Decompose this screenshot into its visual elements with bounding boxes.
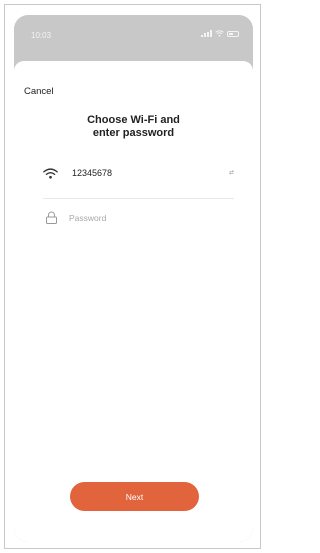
password-input[interactable] — [69, 211, 219, 225]
battery-icon — [227, 30, 239, 37]
switch-network-icon[interactable]: ⇄ — [229, 169, 234, 176]
cellular-signal-icon — [201, 30, 212, 37]
title-line-2: enter password — [92, 127, 175, 139]
status-bar: 10:03 — [14, 15, 253, 45]
password-row — [43, 211, 234, 227]
cancel-button[interactable]: Cancel — [24, 86, 54, 97]
divider — [43, 198, 234, 199]
page-title: Choose Wi-Fi and enter password — [14, 114, 253, 140]
phone-screen: 10:03 Cancel Choose Wi-Fi and enter pass… — [14, 15, 253, 542]
wifi-icon — [43, 168, 58, 179]
status-time: 10:03 — [31, 31, 52, 40]
wifi-ssid: 12345678 — [72, 168, 113, 178]
lock-icon — [46, 211, 57, 224]
wifi-icon — [215, 30, 224, 37]
next-button[interactable]: Next — [70, 482, 199, 511]
wifi-setup-sheet: Cancel Choose Wi-Fi and enter password 1… — [14, 61, 253, 542]
status-icons — [201, 30, 239, 37]
title-line-1: Choose Wi-Fi and — [87, 114, 180, 126]
wifi-network-row[interactable]: 12345678 ⇄ — [43, 167, 234, 183]
